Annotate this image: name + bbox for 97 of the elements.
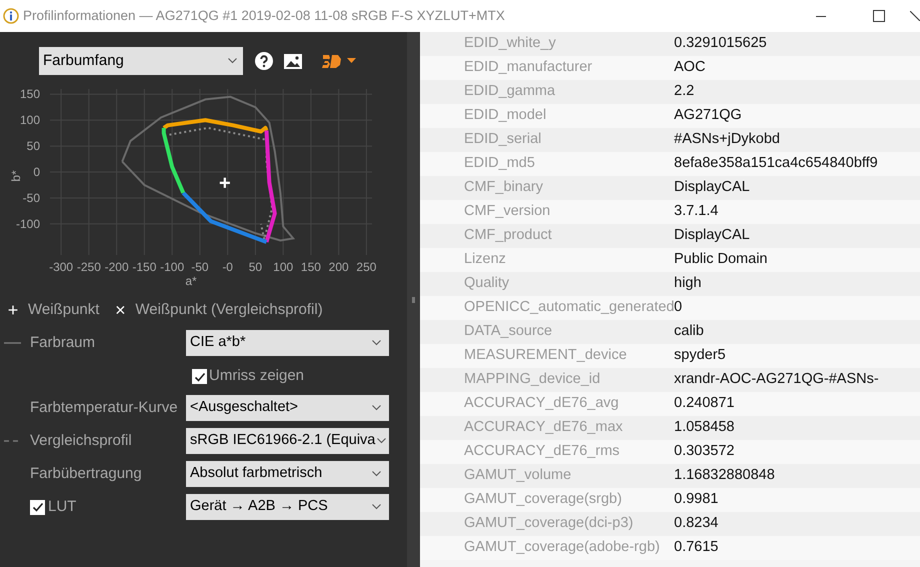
property-name: GAMUT_coverage(dci-p3) xyxy=(463,514,634,534)
property-value: AG271QG xyxy=(674,106,742,126)
y-tick-label: -50 xyxy=(22,190,40,205)
property-name: Lizenz xyxy=(463,250,507,270)
legend-label: Weißpunkt xyxy=(28,300,100,320)
x-tick-label: -200 xyxy=(104,260,129,274)
view-dropdown[interactable]: Farbumfang xyxy=(39,47,243,75)
property-name: EDID_white_y xyxy=(463,34,557,54)
field-label: Vergleichsprofil xyxy=(30,430,132,451)
property-value: 0.303572 xyxy=(674,442,734,462)
x-tick-label: 200 xyxy=(328,260,349,274)
x-tick-label: 100 xyxy=(273,260,294,274)
y-tick-label: 0 xyxy=(33,165,40,179)
property-value: AOC xyxy=(674,58,706,78)
field-label: Farbübertragung xyxy=(30,464,142,484)
property-name: EDID_model xyxy=(463,106,548,126)
property-value: DisplayCAL xyxy=(674,178,750,198)
property-value: 0.240871 xyxy=(674,394,734,414)
property-name: DATA_source xyxy=(463,322,554,342)
property-name: ACCURACY_dE76_rms xyxy=(463,442,621,462)
chevron-icon xyxy=(372,405,381,411)
legend-symbol: × xyxy=(114,298,127,322)
checkbox-label: LUT xyxy=(48,496,76,517)
y-tick-label: 50 xyxy=(26,139,40,154)
chevron-icon xyxy=(228,58,237,64)
chevron-icon xyxy=(372,340,381,346)
property-name: EDID_manufacturer xyxy=(463,58,594,78)
property-name: EDID_md5 xyxy=(463,154,536,174)
x-tick-label: 250 xyxy=(356,260,376,274)
property-name: GAMUT_coverage(adobe-rgb) xyxy=(463,538,661,558)
chevron-icon xyxy=(372,504,381,510)
dropdown[interactable]: Gerät → A2B → PCS xyxy=(186,494,389,520)
help-icon[interactable] xyxy=(255,52,273,70)
x-tick-label: -150 xyxy=(132,260,156,274)
property-value: 8efa8e358a151ca4c654840bff9 xyxy=(674,154,878,174)
property-name: GAMUT_volume xyxy=(463,466,572,486)
x-tick-label: 50 xyxy=(248,260,262,274)
property-value: #ASNs+jDykobd xyxy=(674,130,780,150)
reference-point-marker: + xyxy=(219,172,231,194)
y-axis-label: b* xyxy=(10,170,23,182)
property-name: EDID_gamma xyxy=(463,82,556,102)
x-tick-label: -100 xyxy=(160,260,184,274)
x-tick-label: -0 xyxy=(222,260,233,274)
field-label: Farbtemperatur-Kurve xyxy=(30,398,178,418)
solid-line-icon xyxy=(4,342,21,344)
y-tick-label: 150 xyxy=(20,87,40,102)
dropdown[interactable]: CIE a*b* xyxy=(186,330,389,356)
property-value: 0.7615 xyxy=(674,538,718,558)
x-axis-label: a* xyxy=(185,274,197,288)
maximize-icon[interactable] xyxy=(873,10,885,22)
chevron-icon xyxy=(372,471,381,477)
property-value: 1.16832880848 xyxy=(674,466,775,486)
legend-label: Weißpunkt (Vergleichsprofil) xyxy=(135,300,323,320)
x-tick-label: 150 xyxy=(300,260,321,274)
property-name: MEASUREMENT_device xyxy=(463,346,628,366)
checkbox[interactable] xyxy=(192,369,207,384)
dropdown[interactable]: <Ausgeschaltet> xyxy=(186,395,389,421)
x-tick-label: -300 xyxy=(49,260,74,274)
property-value: 3.7.1.4 xyxy=(674,202,718,222)
property-value: Public Domain xyxy=(674,250,768,270)
info-icon xyxy=(3,8,19,24)
y-tick-label: -100 xyxy=(16,216,40,231)
property-value: 0.3291015625 xyxy=(674,34,767,54)
property-value: 1.058458 xyxy=(674,418,734,438)
property-name: Quality xyxy=(463,274,510,294)
property-name: CMF_binary xyxy=(463,178,544,198)
field-label: Farbraum xyxy=(30,332,96,353)
property-value: spyder5 xyxy=(674,346,726,366)
dashed-line-icon xyxy=(4,440,21,442)
property-value: 0 xyxy=(674,298,682,318)
property-name: GAMUT_coverage(srgb) xyxy=(463,490,623,510)
property-value: 0.9981 xyxy=(674,490,718,510)
dropdown[interactable]: sRGB IEC61966-2.1 (Equiva xyxy=(186,428,389,454)
property-name: ACCURACY_dE76_max xyxy=(463,418,624,438)
property-name: OPENICC_automatic_generated xyxy=(463,298,674,318)
x-tick-label: -50 xyxy=(191,260,209,274)
x-tick-label: -250 xyxy=(76,260,101,274)
property-name: CMF_version xyxy=(463,202,552,222)
image-icon[interactable] xyxy=(284,54,302,68)
chevron-icon xyxy=(377,438,386,444)
checkbox-label: Umriss zeigen xyxy=(209,366,304,386)
property-value: 2.2 xyxy=(674,82,694,102)
property-name: CMF_product xyxy=(463,226,553,246)
legend-symbol: + xyxy=(6,298,20,322)
property-value: DisplayCAL xyxy=(674,226,750,246)
property-name: ACCURACY_dE76_avg xyxy=(463,394,620,414)
property-name: MAPPING_device_id xyxy=(463,370,602,390)
checkbox[interactable] xyxy=(30,500,45,514)
dropdown[interactable]: Absolut farbmetrisch xyxy=(186,461,389,487)
window-title: Profilinformationen — AG271QG #1 2019-02-08 11-08 sRGB F-S XYZLUT+MTX xyxy=(23,6,505,25)
property-value: high xyxy=(674,274,702,294)
property-value: xrandr-AOC-AG271QG-#ASNs- xyxy=(674,370,879,390)
property-value: 0.8234 xyxy=(674,514,718,534)
property-value: calib xyxy=(674,322,704,342)
property-name: EDID_serial xyxy=(463,130,542,150)
y-tick-label: 100 xyxy=(20,113,40,128)
close-icon[interactable] xyxy=(910,11,920,21)
